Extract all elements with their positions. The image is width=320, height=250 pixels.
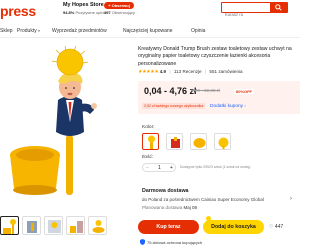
- price-box: 0,04 - 4,76 zł 0,20 - 32,38 zł 80%OFF 3,…: [138, 81, 300, 114]
- delivery-label: Planowana dostawa: [142, 205, 183, 210]
- search-input[interactable]: [222, 10, 268, 19]
- buyer-protection: 75-dniowa ochrona kupujących: [147, 240, 203, 245]
- product-title: Kreatywny Donald Trump Brush zestaw toal…: [138, 46, 292, 67]
- thumbnail[interactable]: [0, 216, 19, 235]
- heart-icon: ♡: [269, 224, 274, 230]
- thumbnail-image: [92, 220, 105, 233]
- buy-now-button[interactable]: Kup teraz: [138, 220, 199, 234]
- search-button[interactable]: [270, 3, 287, 12]
- top-header: press My Hopes Store › 94.8% Pozytywne o…: [0, 0, 300, 22]
- star-rating-icon: ★★★★★: [138, 69, 159, 75]
- thumbnail[interactable]: [66, 216, 85, 235]
- color-option[interactable]: [166, 133, 183, 150]
- chevron-right-icon: ›: [244, 103, 246, 108]
- nav-item-clearance[interactable]: Wyprzedaż przedmiotów: [52, 28, 107, 34]
- brand-logo[interactable]: press: [0, 3, 36, 19]
- coupons-link[interactable]: Dodatki kupony ›: [210, 103, 246, 110]
- delivery-estimate: Planowana dostawa Maj 08: [142, 205, 197, 210]
- discount-badge: 80%OFF: [234, 89, 255, 94]
- price: 0,04 - 4,76 zł: [144, 86, 197, 96]
- thumbnail-image: [3, 219, 16, 234]
- store-name: My Hopes Store: [63, 2, 104, 8]
- nav-item-products-label: Produkty: [17, 28, 37, 34]
- followers-info: 197 Obserwujący: [104, 10, 135, 15]
- wishlist-count: 447: [274, 224, 284, 230]
- shipping-detail: do Poland za pośrednictwem Cainiao Super…: [142, 197, 264, 202]
- shield-icon: [140, 239, 145, 245]
- minus-icon[interactable]: −: [146, 165, 149, 171]
- color-option-image: [193, 138, 206, 148]
- divider: |: [169, 69, 171, 74]
- stock-note: Dostępne tylko 29523 sztuk (1 sztuk na o…: [180, 165, 251, 169]
- new-user-promo: 3,52 zł każdego nowego użytkownika: [142, 103, 206, 109]
- nav-item-store[interactable]: Sklep: [0, 28, 13, 34]
- toilet-brush-image: [10, 45, 97, 195]
- nav-item-reviews[interactable]: Opinia: [191, 28, 205, 34]
- coupons-link-label: Dodatki kupony: [210, 104, 244, 109]
- store-nav: Sklep Produkty ▾ Wyprzedaż przedmiotów N…: [0, 26, 300, 38]
- rating-row: ★★★★★ 4.9 | 113 Recenzje | 551 zamówieni…: [138, 69, 243, 76]
- plus-icon[interactable]: +: [170, 165, 173, 171]
- product-main-image[interactable]: [0, 40, 128, 198]
- add-to-cart-button[interactable]: Dodaj do koszyka: [203, 220, 264, 234]
- thumbnail-image: [27, 221, 37, 233]
- nav-item-bestsellers[interactable]: Najczęściej kupowane: [123, 28, 172, 34]
- shipping-title: Darmowa dostawa: [142, 188, 189, 194]
- chevron-down-icon: ▾: [38, 29, 40, 33]
- color-option-image: [218, 137, 229, 149]
- wishlist-button[interactable]: ♡ 447: [269, 220, 300, 234]
- thumbnail-image: [48, 220, 61, 233]
- thumbnail-image: [70, 221, 83, 233]
- search-icon: [275, 4, 282, 11]
- thumbnail[interactable]: [22, 216, 41, 235]
- reviews-link[interactable]: 113 Recenzje: [174, 69, 202, 74]
- store-positive-pct: 94.8%: [63, 10, 75, 15]
- thumbnail[interactable]: [44, 216, 63, 235]
- color-option-image: [171, 137, 180, 148]
- quantity-label: Ilość:: [142, 155, 154, 160]
- delivery-date: Maj 08: [183, 205, 198, 210]
- store-name-link[interactable]: My Hopes Store ›: [63, 2, 107, 8]
- store-feedback: 94.8% Pozytywne opinie: [63, 10, 107, 15]
- color-option[interactable]: [142, 133, 159, 150]
- thumbnail-strip: [0, 216, 128, 236]
- rating-value: 4.9: [159, 69, 167, 74]
- color-option[interactable]: [214, 133, 231, 150]
- search-box: [221, 2, 288, 19]
- followers-count: 197: [104, 10, 111, 15]
- followers-label: Obserwujący: [111, 10, 135, 15]
- color-option[interactable]: [190, 133, 207, 150]
- nav-item-products[interactable]: Produkty ▾: [17, 28, 40, 34]
- shipping-chevron-icon[interactable]: ›: [290, 196, 292, 202]
- store-positive-label: Pozytywne opinie: [75, 10, 107, 15]
- quantity-stepper[interactable]: − 1 +: [142, 163, 176, 172]
- follow-button[interactable]: + Obserwuj: [104, 2, 134, 9]
- color-option-image: [148, 135, 155, 149]
- orders-count: 551 zamówienia: [209, 69, 243, 74]
- quantity-value: 1: [158, 165, 161, 171]
- color-label: Kolor:: [142, 125, 155, 130]
- thumbnail[interactable]: [88, 216, 107, 235]
- divider: |: [204, 69, 207, 74]
- old-price: 0,20 - 32,38 zł: [191, 88, 221, 93]
